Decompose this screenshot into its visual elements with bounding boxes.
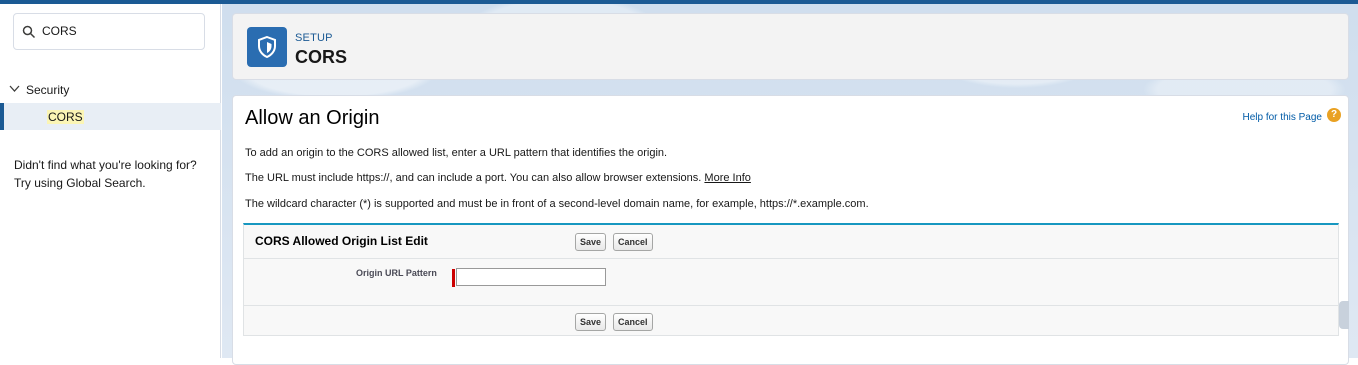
top-accent-bar bbox=[0, 0, 1358, 4]
origin-url-input[interactable] bbox=[456, 268, 606, 286]
quick-find-input[interactable] bbox=[40, 21, 194, 41]
setup-sidebar: Security CORS Didn't find what you're lo… bbox=[0, 0, 221, 358]
more-info-link[interactable]: More Info bbox=[704, 172, 750, 184]
main-content: SETUP CORS Allow an Origin Help for this… bbox=[222, 0, 1358, 365]
chevron-down-icon[interactable] bbox=[9, 83, 20, 94]
collapse-tab[interactable] bbox=[1339, 301, 1349, 329]
help-icon[interactable]: ? bbox=[1327, 108, 1341, 122]
section-heading: Allow an Origin bbox=[245, 107, 380, 129]
instruction-text: The URL must include https://, and can i… bbox=[245, 172, 702, 184]
save-button-bottom[interactable]: Save bbox=[575, 313, 607, 331]
help-link[interactable]: Help for this Page bbox=[1243, 112, 1323, 123]
form-title: CORS Allowed Origin List Edit bbox=[255, 234, 428, 248]
tree-item-label: CORS bbox=[47, 110, 84, 124]
breadcrumb[interactable]: SETUP bbox=[295, 32, 333, 44]
not-found-message: Didn't find what you're looking for? Try… bbox=[14, 156, 214, 192]
search-icon bbox=[22, 25, 36, 39]
not-found-line2: Try using Global Search. bbox=[14, 176, 146, 190]
shield-icon bbox=[258, 36, 276, 58]
cancel-button-bottom[interactable]: Cancel bbox=[613, 313, 653, 331]
cancel-button[interactable]: Cancel bbox=[613, 233, 653, 251]
instruction-paragraph-2: The URL must include https://, and can i… bbox=[245, 172, 751, 184]
origin-url-label: Origin URL Pattern bbox=[356, 268, 437, 278]
tree-item-cors[interactable]: CORS bbox=[0, 103, 221, 130]
page-title: CORS bbox=[295, 47, 348, 67]
edit-form: CORS Allowed Origin List Edit Save Cance… bbox=[243, 223, 1339, 336]
form-body: Origin URL Pattern bbox=[244, 258, 1338, 306]
setup-badge bbox=[247, 27, 287, 67]
save-button[interactable]: Save bbox=[575, 233, 607, 251]
instruction-paragraph-3: The wildcard character (*) is supported … bbox=[245, 198, 869, 210]
page-header: SETUP CORS bbox=[232, 13, 1349, 80]
instruction-paragraph-1: To add an origin to the CORS allowed lis… bbox=[245, 147, 668, 159]
tree-item-label: Security bbox=[26, 83, 70, 97]
content-panel: Allow an Origin Help for this Page ? To … bbox=[232, 95, 1349, 365]
not-found-line1: Didn't find what you're looking for? bbox=[14, 158, 197, 172]
quick-find-box[interactable] bbox=[13, 13, 205, 50]
tree-item-security[interactable]: Security bbox=[0, 80, 221, 100]
required-indicator bbox=[452, 269, 455, 287]
